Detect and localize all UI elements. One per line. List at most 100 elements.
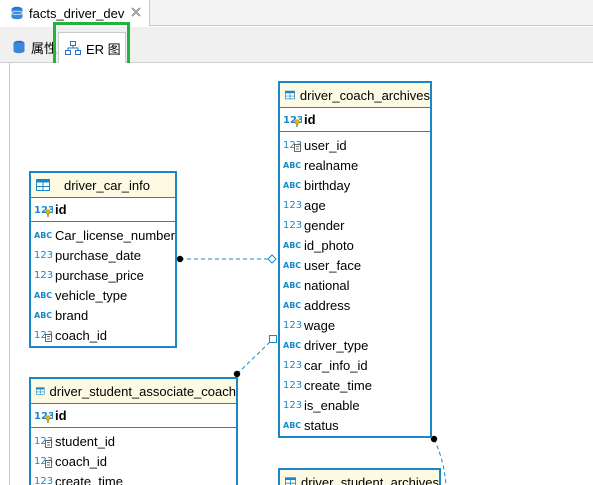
column-name: address xyxy=(304,297,351,313)
numeric-type-icon: 123 xyxy=(283,320,302,331)
attribute-list: 123 user_id ABC realname ABC birthday 123 age 12… xyxy=(280,132,430,435)
entity-header: driver_coach_archives xyxy=(280,83,430,108)
column-name: purchase_price xyxy=(55,267,144,283)
numeric-type-icon: 123 xyxy=(283,380,302,391)
column-row: ABC user_face xyxy=(280,255,430,275)
column-name: create_time xyxy=(55,473,123,485)
svg-text:ABC: ABC xyxy=(283,341,301,350)
text-type-icon: ABC xyxy=(283,241,301,250)
numeric-type-icon: 123 xyxy=(34,250,53,261)
table-icon xyxy=(285,477,296,485)
column-name: id_photo xyxy=(304,237,354,253)
column-name: create_time xyxy=(304,377,372,393)
primary-key-row: 123 id xyxy=(31,198,175,222)
svg-text:123: 123 xyxy=(34,476,53,485)
column-name: status xyxy=(304,417,339,433)
table-icon xyxy=(36,179,50,191)
foreign-key-icon: 123 xyxy=(34,330,53,342)
primary-key-row: 123 id xyxy=(31,404,236,428)
primary-key-icon: 123 xyxy=(34,205,53,217)
column-row: 123 student_id xyxy=(31,431,236,451)
column-row: 123 purchase_date xyxy=(31,245,175,265)
entity-header: driver_student_archives xyxy=(280,470,439,485)
entity-driver-student-archives[interactable]: driver_student_archives xyxy=(278,468,441,485)
svg-text:123: 123 xyxy=(283,115,302,126)
primary-key-name: id xyxy=(55,202,67,217)
svg-text:123: 123 xyxy=(283,200,302,211)
svg-text:123: 123 xyxy=(283,380,302,391)
entity-header: driver_car_info xyxy=(31,173,175,198)
column-row: 123 coach_id xyxy=(31,325,175,345)
text-type-icon: ABC xyxy=(283,421,301,430)
column-name: national xyxy=(304,277,350,293)
text-type-icon: ABC xyxy=(34,231,52,240)
entity-header: driver_student_associate_coach xyxy=(31,379,236,404)
column-name: is_enable xyxy=(304,397,360,413)
svg-text:ABC: ABC xyxy=(283,261,301,270)
table-icon xyxy=(36,387,45,395)
primary-key-name: id xyxy=(55,408,67,423)
numeric-type-icon: 123 xyxy=(283,400,302,411)
svg-text:123: 123 xyxy=(283,320,302,331)
entity-driver-coach-archives[interactable]: driver_coach_archives 123 id 123 user_id AB… xyxy=(278,81,432,438)
entity-title: driver_student_associate_coach xyxy=(49,383,236,399)
column-name: realname xyxy=(304,157,359,173)
foreign-key-icon: 123 xyxy=(34,436,53,448)
column-name: age xyxy=(304,197,326,213)
column-row: ABC national xyxy=(280,275,430,295)
column-name: coach_id xyxy=(55,327,108,343)
column-name: student_id xyxy=(55,433,115,449)
attribute-list: ABC Car_license_number 123 purchase_date 123… xyxy=(31,222,175,345)
column-row: 123 user_id xyxy=(280,135,430,155)
svg-text:123: 123 xyxy=(283,400,302,411)
column-row: ABC Car_license_number xyxy=(31,225,175,245)
column-row: ABC brand xyxy=(31,305,175,325)
svg-text:123: 123 xyxy=(283,220,302,231)
entity-driver-student-associate-coach[interactable]: driver_student_associate_coach 123 id 123… xyxy=(29,377,238,485)
column-row: 123 car_info_id xyxy=(280,355,430,375)
column-row: 123 create_time xyxy=(31,471,236,485)
column-name: vehicle_type xyxy=(55,287,128,303)
column-name: brand xyxy=(55,307,89,323)
column-name: coach_id xyxy=(55,453,108,469)
svg-text:123: 123 xyxy=(34,270,53,281)
relationship-assoc-coach xyxy=(236,338,274,375)
column-name: user_face xyxy=(304,257,362,273)
text-type-icon: ABC xyxy=(283,261,301,270)
numeric-type-icon: 123 xyxy=(34,476,53,485)
column-row: ABC address xyxy=(280,295,430,315)
column-name: birthday xyxy=(304,177,351,193)
svg-text:ABC: ABC xyxy=(34,291,52,300)
svg-text:ABC: ABC xyxy=(283,281,301,290)
foreign-key-icon: 123 xyxy=(34,456,53,468)
column-row: 123 age xyxy=(280,195,430,215)
column-name: Car_license_number xyxy=(55,227,175,243)
column-name: car_info_id xyxy=(304,357,368,373)
column-row: ABC id_photo xyxy=(280,235,430,255)
svg-text:ABC: ABC xyxy=(283,161,301,170)
primary-key-icon: 123 xyxy=(34,411,53,423)
column-row: ABC vehicle_type xyxy=(31,285,175,305)
column-row: 123 create_time xyxy=(280,375,430,395)
svg-text:123: 123 xyxy=(34,250,53,261)
entity-driver-car-info[interactable]: driver_car_info 123 id ABC Car_license_num… xyxy=(29,171,177,348)
column-row: 123 wage xyxy=(280,315,430,335)
entity-title: driver_car_info xyxy=(64,177,150,193)
text-type-icon: ABC xyxy=(283,281,301,290)
svg-text:ABC: ABC xyxy=(283,421,301,430)
numeric-type-icon: 123 xyxy=(283,220,302,231)
numeric-type-icon: 123 xyxy=(283,200,302,211)
text-type-icon: ABC xyxy=(283,161,301,170)
svg-text:123: 123 xyxy=(283,360,302,371)
text-type-icon: ABC xyxy=(283,341,301,350)
column-name: user_id xyxy=(304,137,347,153)
column-row: 123 coach_id xyxy=(31,451,236,471)
column-name: wage xyxy=(304,317,336,333)
relationship-end-dot xyxy=(176,255,184,263)
svg-text:ABC: ABC xyxy=(34,231,52,240)
primary-key-name: id xyxy=(304,112,316,127)
column-name: driver_type xyxy=(304,337,369,353)
column-row: 123 purchase_price xyxy=(31,265,175,285)
column-name: purchase_date xyxy=(55,247,142,263)
foreign-key-icon: 123 xyxy=(283,140,302,152)
